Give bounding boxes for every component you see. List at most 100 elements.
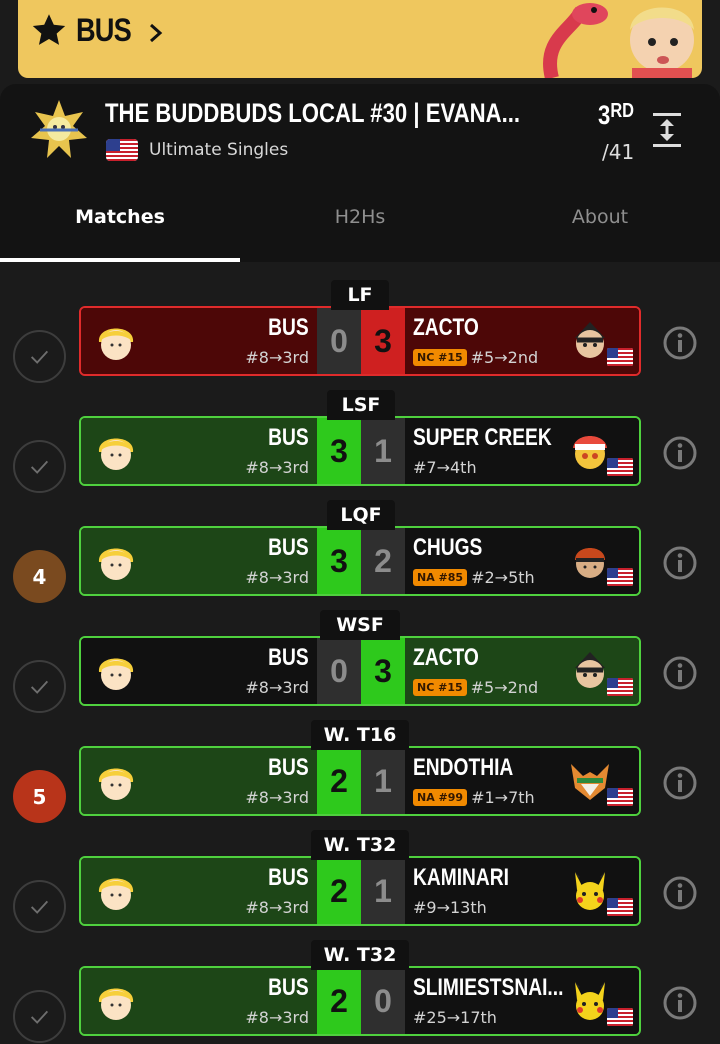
match-row[interactable]: BUS #8→3rd 2 0 SLIMIESTSNAI... #25→17th … <box>0 940 720 1044</box>
match-row[interactable]: BUS #8→3rd 3 1 SUPER CREEK #7→4th LSF <box>0 390 720 500</box>
info-icon[interactable] <box>662 875 698 911</box>
match-card[interactable]: BUS #8→3rd 0 3 ZACTO NC #15 #5→2nd <box>79 306 641 376</box>
match-card[interactable]: BUS #8→3rd 3 1 SUPER CREEK #7→4th <box>79 416 641 486</box>
player-score: 2 <box>317 858 361 924</box>
chevron-right-icon <box>150 23 163 43</box>
opponent-side: SUPER CREEK #7→4th <box>405 418 639 484</box>
round-label: W. T32 <box>311 940 409 970</box>
opponent-score: 1 <box>361 418 405 484</box>
opponent-seed: #5→2nd <box>470 348 539 367</box>
tab-bar: Matches H2Hs About <box>0 196 720 262</box>
player-side: BUS #8→3rd <box>81 308 317 374</box>
opponent-side: ENDOTHIA NA #99 #1→7th <box>405 748 639 814</box>
check-icon[interactable] <box>13 330 66 383</box>
opponent-score: 3 <box>361 638 405 704</box>
info-icon[interactable] <box>662 655 698 691</box>
placement: 3RD <box>598 100 634 131</box>
opponent-name: SLIMIESTSNAI... <box>413 974 564 1001</box>
expand-vertical-icon[interactable] <box>650 112 684 148</box>
lucas-character-icon <box>93 868 139 914</box>
round-label: LQF <box>327 500 395 530</box>
player-score: 3 <box>317 528 361 594</box>
player-side: BUS #8→3rd <box>81 858 317 924</box>
placement-badge: 5 <box>13 770 66 823</box>
check-icon[interactable] <box>13 660 66 713</box>
opponent-name: ENDOTHIA <box>413 754 514 781</box>
opponent-side: ZACTO NC #15 #5→2nd <box>405 308 639 374</box>
tournament-logo <box>31 100 87 158</box>
player-score: 3 <box>317 418 361 484</box>
us-flag-icon <box>607 348 633 366</box>
player-name: BUS <box>268 534 309 561</box>
match-card[interactable]: BUS #8→3rd 2 0 SLIMIESTSNAI... #25→17th <box>79 966 641 1036</box>
player-score: 2 <box>317 748 361 814</box>
active-tab-indicator <box>0 258 240 262</box>
match-row[interactable]: 4 BUS #8→3rd 3 2 CHUGS NA #85 #2→5th LQF <box>0 500 720 610</box>
match-card[interactable]: BUS #8→3rd 3 2 CHUGS NA #85 #2→5th <box>79 526 641 596</box>
player-seed: #8→3rd <box>245 788 309 807</box>
check-icon[interactable] <box>13 990 66 1043</box>
opponent-seed-line: #25→17th <box>413 1008 497 1027</box>
player-score: 0 <box>317 638 361 704</box>
tournament-sheet: THE BUDDBUDS LOCAL #30 | EVANA... Ultima… <box>0 84 720 1044</box>
placement-badge: 4 <box>13 550 66 603</box>
opponent-side: KAMINARI #9→13th <box>405 858 639 924</box>
match-row[interactable]: BUS #8→3rd 0 3 ZACTO NC #15 #5→2nd WSF <box>0 610 720 720</box>
opponent-seed: #9→13th <box>413 898 487 917</box>
opponent-side: CHUGS NA #85 #2→5th <box>405 528 639 594</box>
character-art <box>543 3 694 78</box>
player-seed: #8→3rd <box>245 568 309 587</box>
player-score: 0 <box>317 308 361 374</box>
opponent-name: ZACTO <box>413 644 479 671</box>
info-icon[interactable] <box>662 435 698 471</box>
match-row[interactable]: BUS #8→3rd 2 1 KAMINARI #9→13th W. T32 <box>0 830 720 940</box>
lucas-character-icon <box>93 978 139 1024</box>
player-name: BUS <box>268 974 309 1001</box>
info-icon[interactable] <box>662 325 698 361</box>
opponent-seed: #25→17th <box>413 1008 497 1027</box>
opponent-name: CHUGS <box>413 534 483 561</box>
opponent-seed: #7→4th <box>413 458 477 477</box>
info-icon[interactable] <box>662 985 698 1021</box>
ranking-tag: NC #15 <box>413 349 467 366</box>
opponent-seed-line: #9→13th <box>413 898 487 917</box>
opponent-seed-line: NA #85 #2→5th <box>413 568 535 587</box>
tournament-name[interactable]: THE BUDDBUDS LOCAL #30 | EVANA... <box>105 98 520 129</box>
tab-about[interactable]: About <box>480 206 720 228</box>
check-icon[interactable] <box>13 440 66 493</box>
opponent-score: 1 <box>361 858 405 924</box>
round-label: W. T16 <box>311 720 409 750</box>
us-flag-icon <box>607 568 633 586</box>
opponent-score: 2 <box>361 528 405 594</box>
player-side: BUS #8→3rd <box>81 418 317 484</box>
opponent-seed-line: NC #15 #5→2nd <box>413 348 538 367</box>
player-banner[interactable]: BUS <box>18 0 702 78</box>
lucas-character-icon <box>93 318 139 364</box>
tab-matches[interactable]: Matches <box>0 206 240 228</box>
opponent-seed-line: NC #15 #5→2nd <box>413 678 538 697</box>
match-card[interactable]: BUS #8→3rd 2 1 ENDOTHIA NA #99 #1→7th <box>79 746 641 816</box>
opponent-seed: #5→2nd <box>470 678 539 697</box>
player-seed: #8→3rd <box>245 348 309 367</box>
info-icon[interactable] <box>662 545 698 581</box>
match-card[interactable]: BUS #8→3rd 0 3 ZACTO NC #15 #5→2nd <box>79 636 641 706</box>
round-label: WSF <box>320 610 400 640</box>
tab-h2hs[interactable]: H2Hs <box>240 206 480 228</box>
lucas-character-icon <box>93 538 139 584</box>
match-card[interactable]: BUS #8→3rd 2 1 KAMINARI #9→13th <box>79 856 641 926</box>
match-row[interactable]: 5 BUS #8→3rd 2 1 ENDOTHIA NA #99 #1→7th W… <box>0 720 720 830</box>
ranking-tag: NC #15 <box>413 679 467 696</box>
us-flag-icon <box>607 458 633 476</box>
us-flag-icon <box>607 898 633 916</box>
placement-number: 3 <box>598 100 611 130</box>
player-name: BUS <box>268 314 309 341</box>
lucas-character-icon <box>93 758 139 804</box>
check-icon[interactable] <box>13 880 66 933</box>
lucas-character-icon <box>93 648 139 694</box>
opponent-score: 1 <box>361 748 405 814</box>
info-icon[interactable] <box>662 765 698 801</box>
player-seed: #8→3rd <box>245 458 309 477</box>
opponent-side: ZACTO NC #15 #5→2nd <box>405 638 639 704</box>
match-row[interactable]: BUS #8→3rd 0 3 ZACTO NC #15 #5→2nd LF <box>0 280 720 390</box>
opponent-side: SLIMIESTSNAI... #25→17th <box>405 968 639 1034</box>
